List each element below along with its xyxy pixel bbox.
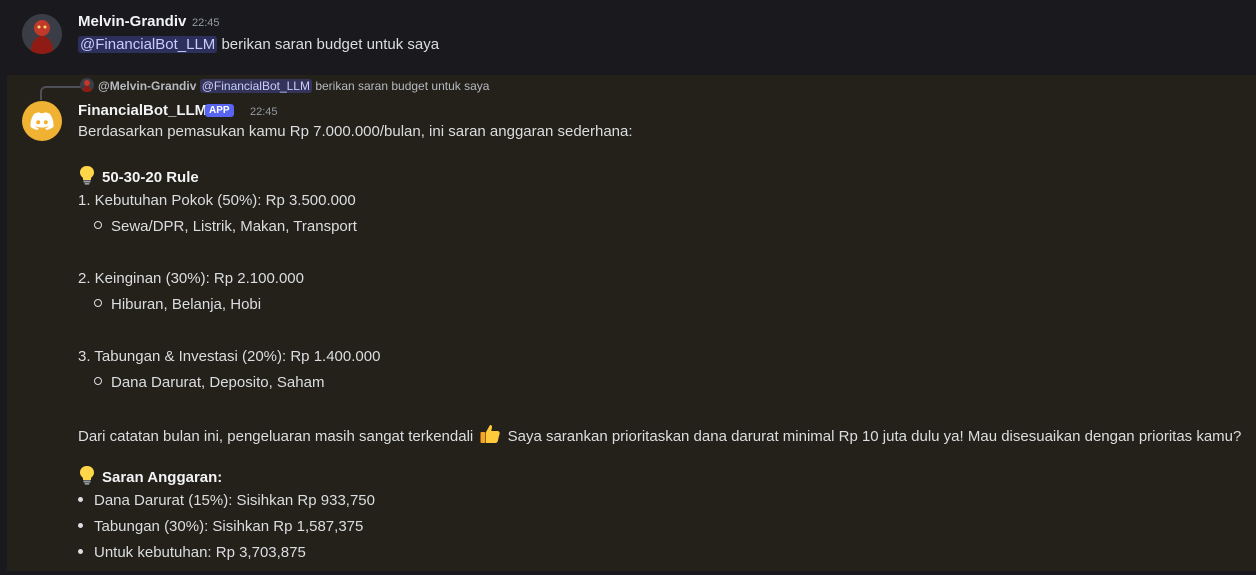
- item-3-sub: Dana Darurat, Deposito, Saham: [94, 374, 324, 391]
- intro-text: Berdasarkan pemasukan kamu Rp 7.000.000/…: [78, 123, 633, 140]
- item-2-sub-text: Hiburan, Belanja, Hobi: [111, 296, 262, 313]
- bot-message: @Melvin-Grandiv @FinancialBot_LLM berika…: [7, 75, 1256, 571]
- user-message-text: berikan saran budget untuk saya: [221, 36, 440, 53]
- saran-item-2: Tabungan (30%): Sisihkan Rp 1,587,375: [78, 518, 363, 535]
- bot-author-name[interactable]: FinancialBot_LLM: [78, 102, 207, 119]
- saran-item-1-text: Dana Darurat (15%): Sisihkan Rp 933,750: [94, 492, 375, 509]
- bot-avatar[interactable]: [22, 101, 62, 141]
- saran-item-1: Dana Darurat (15%): Sisihkan Rp 933,750: [78, 492, 375, 509]
- reply-mention[interactable]: @FinancialBot_LLM: [199, 79, 312, 93]
- item-2-sub: Hiburan, Belanja, Hobi: [94, 296, 261, 313]
- user-message: Melvin-Grandiv 22:45 @FinancialBot_LLM b…: [0, 0, 1256, 75]
- dot-bullet: [78, 549, 83, 554]
- item-1-label: 1. Kebutuhan Pokok (50%): Rp 3.500.000: [78, 192, 356, 209]
- dot-bullet: [78, 523, 83, 528]
- app-badge: APP: [205, 104, 234, 117]
- reply-avatar-icon: [80, 78, 94, 92]
- item-3-label: 3. Tabungan & Investasi (20%): Rp 1.400.…: [78, 348, 381, 365]
- reply-author[interactable]: @Melvin-Grandiv: [98, 79, 196, 93]
- bot-timestamp: 22:45: [250, 106, 278, 118]
- user-avatar-icon: [22, 14, 62, 54]
- saran-item-2-text: Tabungan (30%): Sisihkan Rp 1,587,375: [94, 518, 364, 535]
- user-message-content: @FinancialBot_LLM berikan saran budget u…: [78, 36, 439, 53]
- reply-preview[interactable]: @Melvin-Grandiv @FinancialBot_LLM berika…: [80, 78, 489, 93]
- reply-spine: [40, 86, 82, 100]
- circle-bullet: [94, 299, 102, 307]
- rule-heading: 50-30-20 Rule: [102, 169, 199, 186]
- lightbulb-icon: [78, 465, 96, 489]
- lightbulb-icon: [78, 165, 96, 189]
- item-2-label: 2. Keinginan (30%): Rp 2.100.000: [78, 270, 304, 287]
- note-after: Saya sarankan prioritaskan dana darurat …: [507, 428, 1242, 445]
- dot-bullet: [78, 497, 83, 502]
- circle-bullet: [94, 377, 102, 385]
- note-before: Dari catatan bulan ini, pengeluaran masi…: [78, 428, 474, 445]
- saran-item-3: Untuk kebutuhan: Rp 3,703,875: [78, 544, 306, 561]
- saran-item-3-text: Untuk kebutuhan: Rp 3,703,875: [94, 544, 306, 561]
- rule-heading-line: 50-30-20 Rule: [78, 165, 199, 189]
- circle-bullet: [94, 221, 102, 229]
- item-3-sub-text: Dana Darurat, Deposito, Saham: [111, 374, 325, 391]
- user-author-name[interactable]: Melvin-Grandiv: [78, 13, 186, 30]
- user-avatar[interactable]: [22, 14, 62, 54]
- saran-heading: Saran Anggaran:: [102, 469, 223, 486]
- mention-financialbot[interactable]: @FinancialBot_LLM: [78, 36, 218, 53]
- thumbs-up-icon: [479, 423, 501, 449]
- reply-text: berikan saran budget untuk saya: [315, 79, 490, 93]
- item-1-sub: Sewa/DPR, Listrik, Makan, Transport: [94, 218, 357, 235]
- note-line: Dari catatan bulan ini, pengeluaran masi…: [78, 423, 1241, 449]
- saran-heading-line: Saran Anggaran:: [78, 465, 222, 489]
- user-timestamp: 22:45: [192, 17, 220, 29]
- item-1-sub-text: Sewa/DPR, Listrik, Makan, Transport: [111, 218, 357, 235]
- discord-logo-icon: [30, 112, 54, 130]
